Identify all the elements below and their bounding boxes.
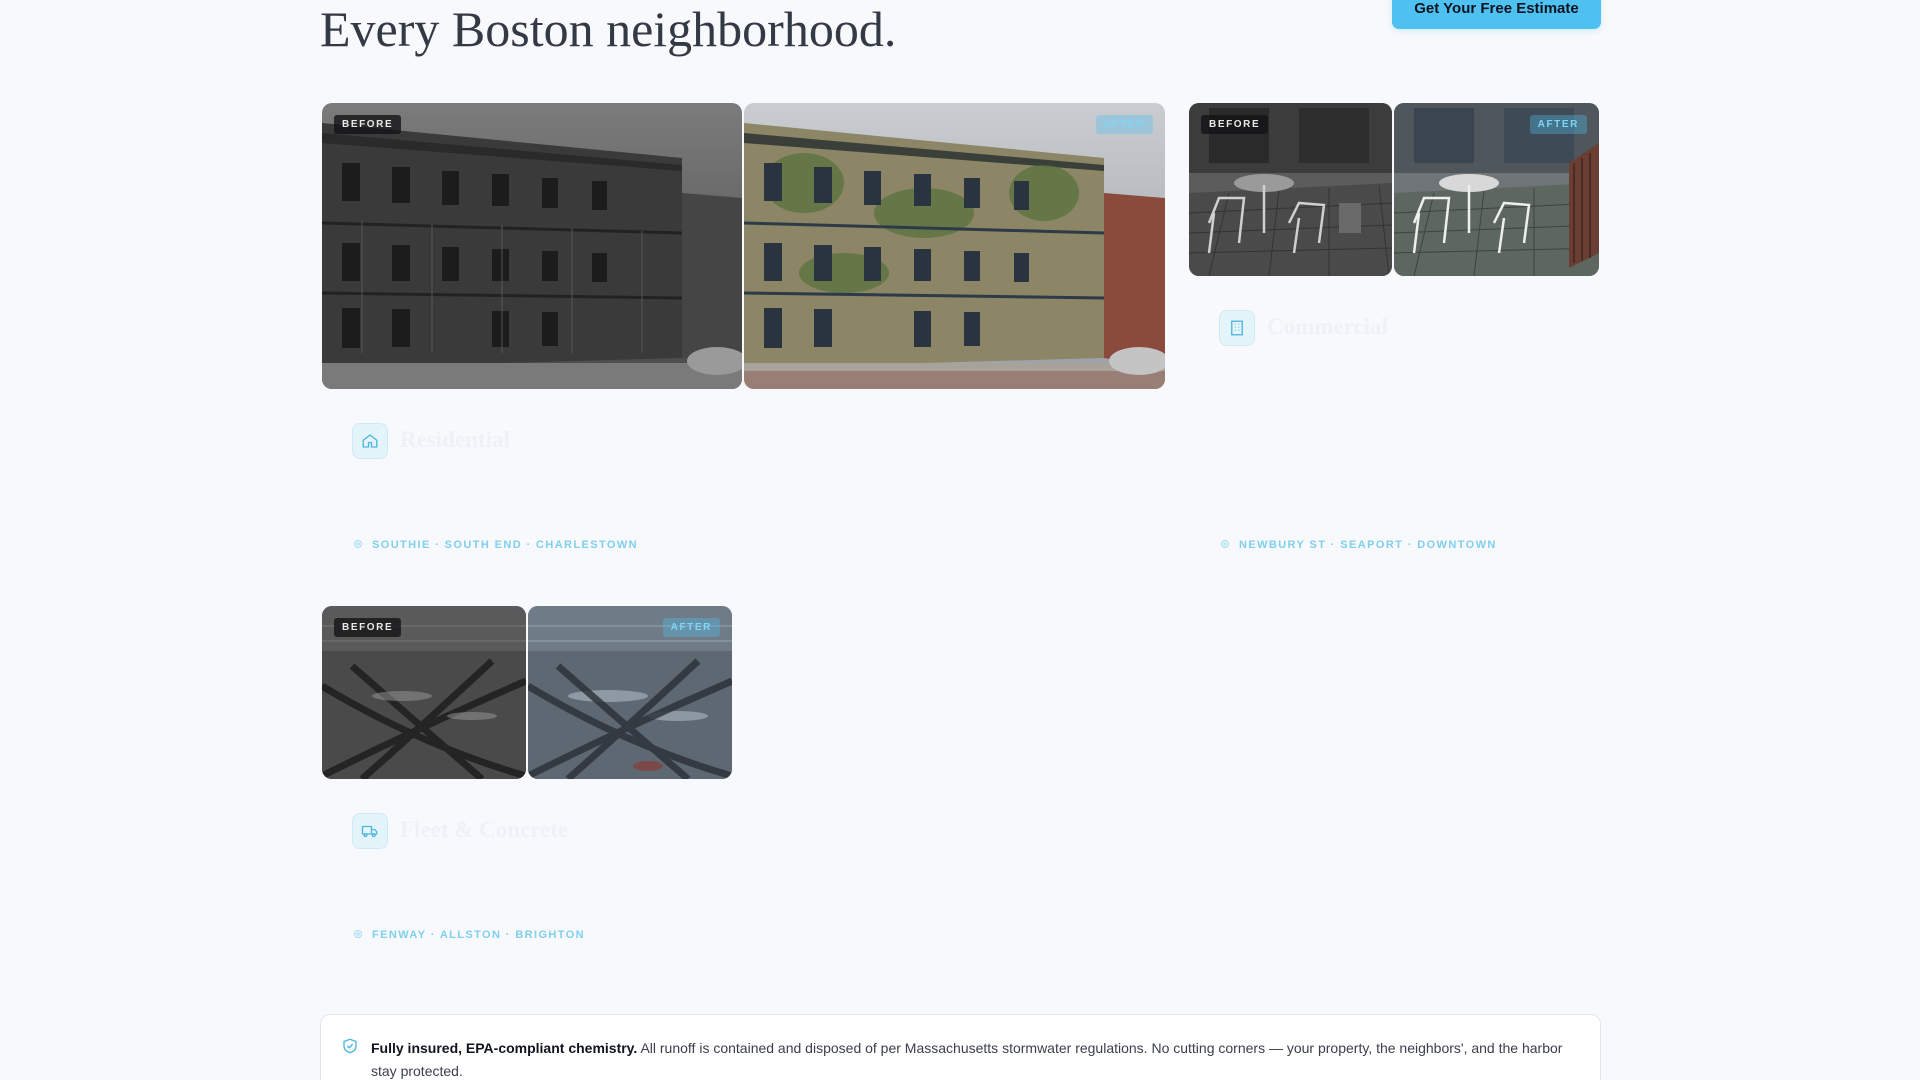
- before-after-gallery: BEFORE AFTER: [322, 606, 732, 779]
- after-badge: AFTER: [662, 618, 720, 637]
- service-card-fleet[interactable]: BEFORE AFTER Fleet & Concrete FENWAY · A…: [322, 606, 732, 946]
- card-body: Fleet & Concrete FENWAY · ALLSTON · BRIG…: [352, 813, 712, 953]
- service-areas-text: NEWBURY ST · SEAPORT · DOWNTOWN: [1239, 539, 1497, 551]
- location-pin-icon: [354, 540, 362, 548]
- section-heading: Every Boston neighborhood.: [320, 0, 1020, 58]
- after-photo[interactable]: AFTER: [744, 103, 1165, 389]
- service-areas-text: FENWAY · ALLSTON · BRIGHTON: [372, 929, 585, 941]
- free-estimate-button[interactable]: Get Your Free Estimate: [1392, 0, 1601, 29]
- service-areas: FENWAY · ALLSTON · BRIGHTON: [352, 929, 585, 941]
- before-photo[interactable]: BEFORE: [1189, 103, 1392, 276]
- card-body: Residential SOUTHIE · SOUTH END · CHARLE…: [352, 423, 1142, 553]
- before-badge: BEFORE: [334, 618, 402, 637]
- service-areas: SOUTHIE · SOUTH END · CHARLESTOWN: [352, 539, 638, 551]
- truck-icon: [352, 813, 388, 849]
- after-photo[interactable]: AFTER: [1394, 103, 1599, 276]
- before-after-gallery: BEFORE AFTER: [1189, 103, 1599, 276]
- house-icon: [352, 423, 388, 459]
- compliance-note-bold: Fully insured, EPA-compliant chemistry.: [371, 1040, 638, 1056]
- after-photo[interactable]: AFTER: [528, 606, 732, 779]
- location-pin-icon: [354, 930, 362, 938]
- services-page: Every Boston neighborhood. Get Your Free…: [0, 0, 1920, 1080]
- compliance-note: Fully insured, EPA-compliant chemistry. …: [320, 1014, 1601, 1080]
- service-card-commercial[interactable]: BEFORE AFTER Commercial NEWBURY ST · SEA…: [1189, 103, 1599, 553]
- heading-line: Every Boston neighborhood.: [320, 1, 897, 57]
- service-areas-text: SOUTHIE · SOUTH END · CHARLESTOWN: [372, 539, 638, 551]
- before-badge: BEFORE: [334, 115, 402, 134]
- card-body: Commercial NEWBURY ST · SEAPORT · DOWNTO…: [1219, 310, 1579, 551]
- compliance-note-text: Fully insured, EPA-compliant chemistry. …: [371, 1037, 1571, 1080]
- before-photo[interactable]: BEFORE: [322, 606, 526, 779]
- shield-check-icon: [343, 1038, 357, 1054]
- card-title: Residential: [400, 427, 510, 452]
- card-title: Commercial: [1267, 314, 1388, 339]
- building-icon: [1219, 310, 1255, 346]
- after-badge: AFTER: [1529, 115, 1587, 134]
- location-pin-icon: [1221, 540, 1229, 548]
- service-areas: NEWBURY ST · SEAPORT · DOWNTOWN: [1219, 539, 1497, 551]
- before-photo[interactable]: BEFORE: [322, 103, 742, 389]
- before-after-gallery: BEFORE AFTER: [322, 103, 1165, 389]
- before-badge: BEFORE: [1201, 115, 1269, 134]
- card-title: Fleet & Concrete: [400, 817, 569, 842]
- service-card-residential[interactable]: BEFORE AFTER Residential SOUTHIE · SOUTH…: [322, 103, 1165, 553]
- after-badge: AFTER: [1095, 115, 1153, 134]
